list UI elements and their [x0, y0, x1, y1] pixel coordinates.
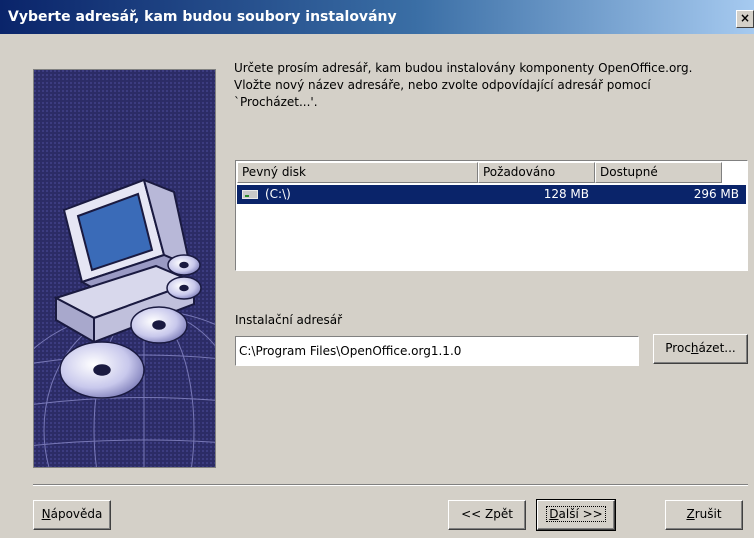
close-button[interactable]: ×	[736, 10, 754, 28]
next-label-a: D	[549, 507, 559, 521]
back-label: << Zpět	[461, 507, 513, 521]
column-header-available[interactable]: Dostupné	[595, 162, 722, 183]
browse-button[interactable]: Procházet...	[653, 334, 748, 364]
install-dir-input[interactable]: C:\Program Files\OpenOffice.org1.1.0	[235, 336, 639, 366]
cancel-label-b: rušit	[694, 507, 722, 521]
setup-illustration	[33, 69, 216, 468]
help-button[interactable]: Nápověda	[33, 500, 111, 530]
cancel-label-a: Z	[686, 507, 695, 521]
next-focus: Další >>	[546, 506, 606, 522]
disk-row-selected[interactable]: (C:\) 128 MB 296 MB	[237, 185, 746, 204]
browse-label-c: ázet...	[698, 341, 736, 355]
browse-label-b: h	[690, 341, 699, 355]
next-button[interactable]: Další >>	[536, 499, 616, 531]
window-title: Vyberte adresář, kam budou soubory insta…	[8, 9, 397, 25]
disk-list-header: Pevný disk Požadováno Dostupné	[237, 162, 746, 183]
disk-name: (C:\)	[265, 187, 291, 201]
help-label-a: N	[41, 507, 51, 521]
cancel-button[interactable]: Zrušit	[665, 500, 743, 530]
title-bar: Vyberte adresář, kam budou soubory insta…	[0, 0, 754, 34]
back-button[interactable]: << Zpět	[448, 500, 526, 530]
browse-label-a: Proc	[665, 341, 691, 355]
disk-available: 296 MB	[693, 187, 739, 201]
column-header-disk[interactable]: Pevný disk	[237, 162, 478, 183]
column-header-required[interactable]: Požadováno	[478, 162, 595, 183]
computer-cd-illustration	[34, 70, 215, 467]
disk-required: 128 MB	[543, 187, 589, 201]
close-icon: ×	[739, 11, 751, 25]
instructions-text: Určete prosím adresář, kam budou instalo…	[234, 61, 693, 109]
disk-list[interactable]: Pevný disk Požadováno Dostupné (C:\) 128…	[235, 160, 748, 271]
help-label-b: ápověda	[50, 507, 103, 521]
footer-separator	[33, 484, 748, 486]
next-label-b: alší >>	[558, 507, 603, 521]
hard-drive-icon	[242, 190, 258, 199]
install-dir-label: Instalační adresář	[235, 313, 343, 327]
